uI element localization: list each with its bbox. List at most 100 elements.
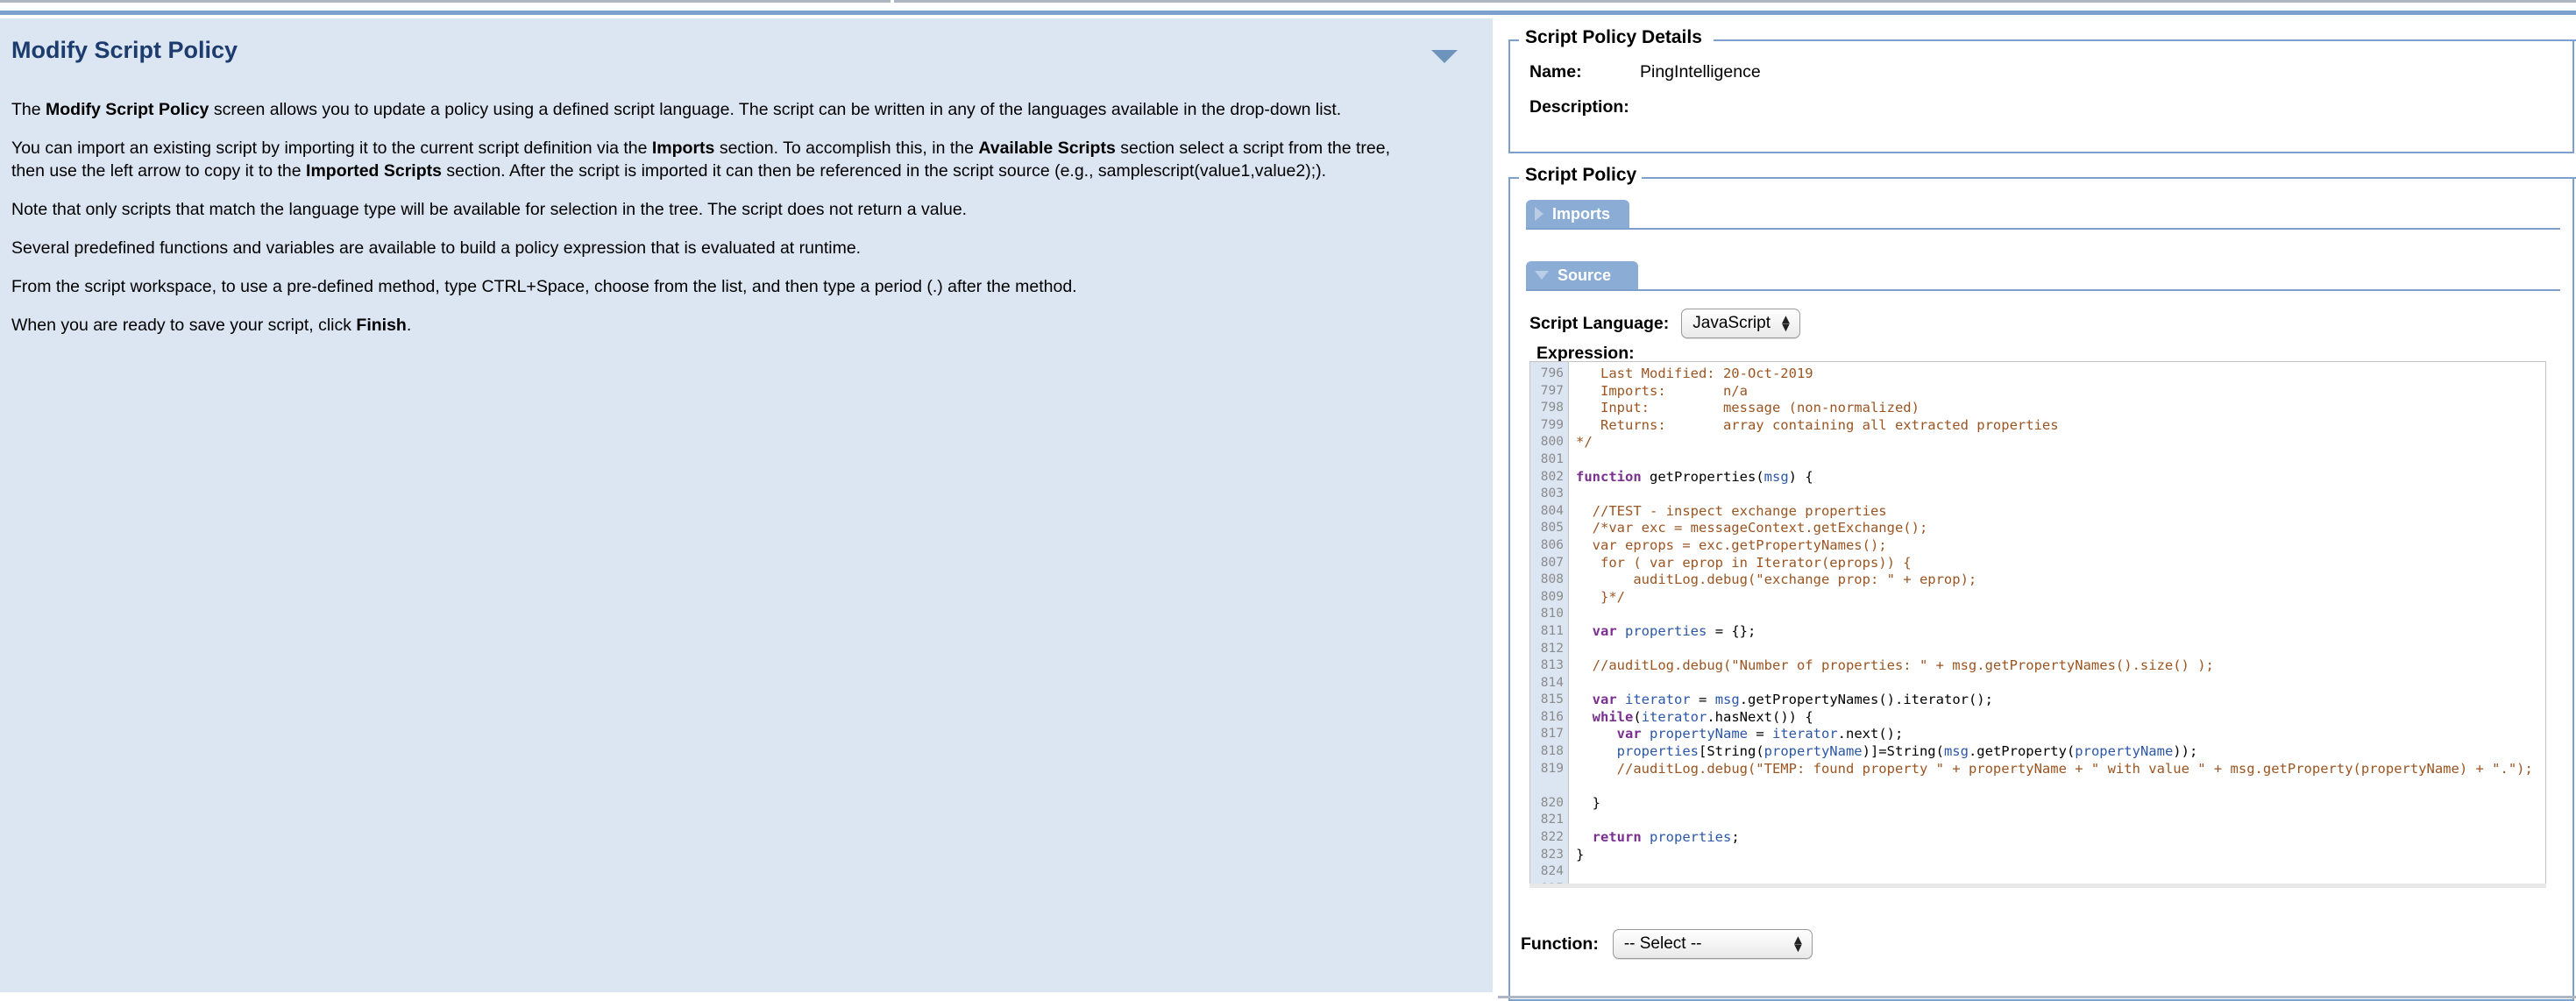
help-text: From the script workspace, to use a pre-… [11, 276, 1077, 296]
editor-line-number: 797 [1540, 383, 1564, 398]
group-border-right-2 [1642, 177, 2576, 179]
help-paragraph: Note that only scripts that match the la… [11, 199, 1424, 222]
editor-code-line: Input: message (non-normalized) [1576, 400, 1920, 416]
editor-line-number: 815 [1540, 692, 1564, 707]
function-select[interactable]: -- Select -- ▲ ▼ [1612, 929, 1813, 959]
help-text: screen allows you to update a policy usi… [209, 100, 1342, 119]
editor-code-line: var iterator = msg.getPropertyNames().it… [1592, 692, 1993, 708]
editor-line-number: 819 [1540, 761, 1564, 776]
editor-line-number: 818 [1540, 744, 1564, 759]
help-paragraph: You can import an existing script by imp… [11, 138, 1424, 183]
help-paragraph: When you are ready to save your script, … [11, 315, 1424, 337]
help-text: The [11, 100, 46, 119]
description-label: Description: [1529, 97, 1629, 117]
help-text: Note that only scripts that match the la… [11, 199, 968, 219]
editor-code-line: auditLog.debug("exchange prop: " + eprop… [1633, 571, 1977, 588]
editor-code-area[interactable]: Last Modified: 20-Oct-2019 Imports: n/a … [1569, 362, 2545, 886]
tab-imports-label: Imports [1552, 204, 1611, 223]
help-emphasis: Available Scripts [978, 138, 1116, 158]
function-row: Function: -- Select -- ▲ ▼ [1521, 929, 1813, 959]
imports-tab-strip: Imports [1526, 200, 2560, 230]
editor-code-line: var properties = {}; [1592, 622, 1756, 639]
application-window: Modify Script Policy The Modify Script P… [0, 0, 2576, 1001]
editor-code-line [1576, 486, 2545, 503]
policy-legend: Script Policy [1521, 165, 1642, 186]
chevron-down-icon[interactable] [1431, 50, 1458, 63]
editor-line-number: 807 [1540, 555, 1564, 570]
bottom-rule [1498, 996, 2576, 998]
editor-code-line: }*/ [1600, 588, 1625, 605]
top-rule-right [894, 0, 2576, 3]
tab-imports[interactable]: Imports [1526, 200, 1629, 228]
help-text: When you are ready to save your script, … [11, 315, 357, 335]
editor-line-number: 802 [1540, 469, 1564, 484]
code-editor[interactable]: 796 797 798 799 800 801 802 803 804 805 806 807 808 8… [1529, 361, 2546, 887]
editor-code-line: var propertyName = iterator.next(); [1616, 726, 1904, 742]
help-emphasis: Imports [651, 138, 715, 158]
editor-code-line: */ [1576, 434, 1593, 451]
editor-line-number: 798 [1540, 401, 1564, 415]
help-emphasis: Imported Scripts [306, 160, 442, 181]
editor-line-number: 799 [1540, 417, 1564, 432]
editor-line-number: 805 [1540, 521, 1564, 536]
editor-code-line: Last Modified: 20-Oct-2019 [1576, 366, 1813, 381]
description-field-row: Description: [1529, 97, 1629, 117]
help-paragraph: From the script workspace, to use a pre-… [11, 276, 1424, 299]
function-label: Function: [1521, 934, 1599, 954]
script-policy-details-group: Script Policy Details Name: PingIntellig… [1508, 27, 2576, 153]
editor-code-line: properties[String(propertyName)]=String(… [1616, 743, 2198, 760]
editor-line-number: 816 [1540, 709, 1564, 724]
editor-line-number: 813 [1540, 658, 1564, 673]
editor-line-number: 824 [1540, 864, 1564, 879]
editor-code-line: //auditLog.debug("TEMP: found property "… [1616, 760, 2533, 777]
imports-tab-underline [1526, 228, 2560, 230]
editor-line-number: 800 [1540, 435, 1564, 450]
help-text-body: The Modify Script Policy screen allows y… [11, 99, 1424, 352]
editor-line-number: 823 [1540, 847, 1564, 862]
editor-line-number-gutter: 796 797 798 799 800 801 802 803 804 805 806 807 808 8… [1530, 362, 1569, 886]
chevron-down-icon-source [1535, 271, 1549, 280]
help-emphasis: Finish [356, 315, 407, 335]
editor-code-line [1576, 863, 2545, 881]
page-title: Modify Script Policy [11, 37, 238, 63]
editor-line-number: 803 [1540, 486, 1564, 501]
group-border-right [1714, 39, 2576, 41]
chevron-right-icon [1535, 207, 1543, 221]
help-paragraph: Several predefined functions and variabl… [11, 238, 1424, 260]
tab-source[interactable]: Source [1526, 261, 1638, 289]
stepper-icon-function: ▲ ▼ [1791, 932, 1805, 955]
group-border-left-2 [1510, 177, 1519, 179]
editor-code-line: } [1576, 846, 1585, 863]
editor-code-line: for ( var eprop in Iterator(eprops)) { [1600, 554, 1912, 571]
source-tab-underline [1526, 289, 2560, 291]
script-language-label: Script Language: [1529, 313, 1670, 333]
editor-code-line: while(iterator.hasNext()) { [1592, 708, 1813, 725]
editor-line-number: 796 [1540, 366, 1564, 380]
script-language-value: JavaScript [1692, 314, 1771, 332]
editor-code-line: Imports: n/a [1576, 382, 1748, 399]
editor-horizontal-scrollbar[interactable] [1529, 884, 2546, 888]
name-value: PingIntelligence [1640, 62, 1761, 82]
help-text: section. After the script is imported it… [441, 160, 1327, 181]
help-text: . [406, 315, 412, 335]
editor-code-line [1576, 641, 2545, 658]
editor-code-line: } [1592, 794, 1601, 811]
editor-line-number: 801 [1540, 451, 1564, 466]
editor-code-line [1576, 812, 2545, 829]
editor-line-number: 817 [1540, 727, 1564, 742]
editor-line-number: 814 [1540, 675, 1564, 690]
editor-line-number: 806 [1540, 537, 1564, 552]
editor-code-line: //TEST - inspect exchange properties [1592, 502, 1887, 519]
script-policy-group: Script Policy Imports Source Script Lang… [1508, 165, 2576, 1001]
editor-line-number: 808 [1540, 572, 1564, 587]
right-column: Script Policy Details Name: PingIntellig… [1498, 15, 2576, 1001]
function-value: -- Select -- [1623, 934, 1702, 953]
name-field-row: Name: [1529, 62, 1582, 82]
editor-line-number: 821 [1540, 813, 1564, 827]
help-emphasis: Modify Script Policy [46, 100, 209, 119]
editor-code-line: Returns: array containing all extracted … [1576, 416, 2059, 433]
script-language-select[interactable]: JavaScript ▲ ▼ [1681, 309, 1800, 338]
help-text: section. To accomplish this, in the [714, 138, 979, 158]
name-label: Name: [1529, 62, 1582, 82]
editor-line-number: 812 [1540, 641, 1564, 656]
